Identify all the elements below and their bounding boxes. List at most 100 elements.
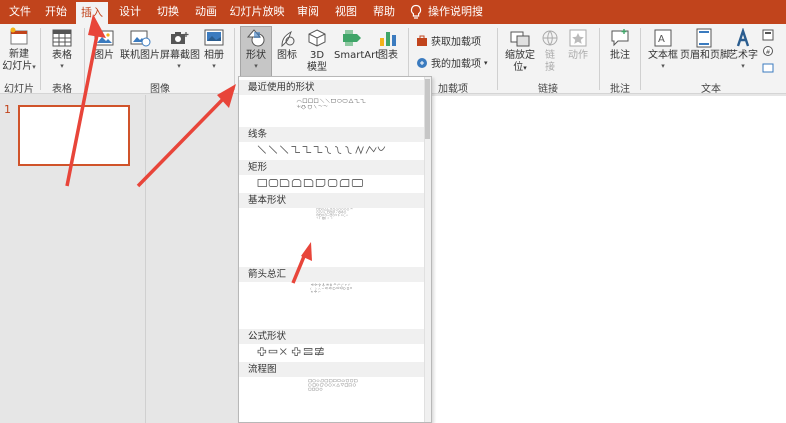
chart-label: 图表 [378, 50, 398, 61]
smartart-button[interactable]: SmartArt [334, 28, 379, 62]
zoom-icon [510, 31, 530, 47]
action-button[interactable]: 动作 [565, 28, 591, 62]
shapes-button[interactable]: 形状 ▾ [240, 28, 272, 70]
new-slide-button[interactable]: 新建 幻灯片▾ [2, 27, 36, 73]
tab-transitions[interactable]: 切换 [152, 0, 184, 24]
tab-help[interactable]: 帮助 [368, 0, 400, 24]
section-rectangles: 矩形 [239, 160, 425, 175]
group-divider [640, 28, 641, 90]
ribbon-tab-bar: 文件 开始 插入 设计 切换 动画 幻灯片放映 审阅 视图 帮助 操作说明搜索 [0, 0, 786, 42]
header-footer-label: 页眉和页脚 [680, 50, 730, 61]
chevron-down-icon: ▾ [741, 62, 745, 70]
header-footer-button[interactable]: 页眉和页脚 [680, 28, 730, 62]
group-label-text: 文本 [701, 84, 721, 95]
new-slide-label-1: 新建 [9, 49, 29, 60]
online-picture-button[interactable]: 联机图片 [120, 28, 160, 62]
slide-canvas[interactable] [432, 96, 786, 423]
action-label: 动作 [568, 50, 588, 61]
group-divider [497, 28, 498, 90]
screenshot-label: 屏幕截图 [160, 50, 200, 61]
group-divider [234, 28, 235, 90]
chevron-down-icon: ▾ [177, 62, 181, 70]
tab-file[interactable]: 文件 [6, 0, 34, 24]
link-button[interactable]: 链 接 [539, 28, 561, 74]
album-button[interactable]: 相册 ▾ [200, 28, 228, 70]
group-label-links: 链接 [538, 84, 558, 95]
group-label-slides: 幻灯片 [4, 84, 34, 95]
group-divider [84, 28, 85, 90]
picture-icon [94, 30, 114, 46]
link-label-1: 链 [545, 50, 555, 61]
shapes-icon [246, 29, 265, 47]
chart-button[interactable]: 图表 [374, 28, 402, 62]
tab-home[interactable]: 开始 [40, 0, 72, 24]
shapes-label: 形状 [246, 50, 266, 61]
zoom-button[interactable]: 缩放定 位▾ [503, 28, 537, 74]
lines-grid[interactable] [243, 144, 429, 156]
tell-me-search[interactable]: 操作说明搜索 [428, 0, 490, 42]
my-addins-button[interactable]: 我的加载项 ▾ [416, 55, 488, 70]
online-picture-icon [130, 30, 151, 47]
3d-model-button[interactable]: 3D 模型 [302, 28, 332, 74]
chevron-down-icon: ▾ [212, 62, 216, 70]
block-arrows-grid[interactable] [243, 283, 429, 295]
icons-icon [281, 30, 295, 48]
tab-design[interactable]: 设计 [114, 0, 146, 24]
album-icon [204, 29, 224, 46]
table-label: 表格 [52, 50, 72, 61]
rectangles-grid[interactable] [243, 177, 429, 189]
smartart-icon [343, 30, 361, 46]
scrollbar-thumb[interactable] [425, 79, 430, 139]
slide-number: 1 [4, 103, 11, 116]
icons-label: 图标 [277, 50, 297, 61]
my-addins-icon [417, 57, 427, 68]
equation-shapes-grid[interactable] [243, 346, 429, 358]
textbox-label: 文本框 [648, 50, 678, 61]
chevron-down-icon: ▾ [32, 63, 36, 71]
get-addins-button[interactable]: 获取加载项 [416, 33, 481, 48]
textbox-icon: A [654, 29, 672, 47]
table-button[interactable]: 表格 ▾ [46, 28, 78, 70]
wordart-button[interactable]: 艺术字 ▾ [728, 28, 758, 70]
screenshot-button[interactable]: 屏幕截图 ▾ [160, 28, 200, 70]
smartart-label: SmartArt [334, 50, 380, 61]
dropdown-scrollbar[interactable] [424, 77, 431, 422]
tab-insert[interactable]: 插入 [76, 2, 108, 24]
chevron-down-icon: ▾ [60, 62, 64, 70]
svg-text:#: # [766, 49, 771, 56]
slide-thumbnail[interactable] [18, 105, 130, 166]
my-addins-label: 我的加载项 [431, 59, 481, 70]
comment-icon [611, 29, 629, 47]
textbox-button[interactable]: A 文本框 ▾ [646, 28, 680, 70]
wordart-label: 艺术字 [728, 50, 758, 61]
new-slide-label-2: 幻灯片 [2, 61, 33, 72]
table-icon [52, 29, 72, 47]
group-label-images: 图像 [150, 84, 170, 95]
recent-shapes-grid[interactable] [243, 98, 429, 110]
group-divider [599, 28, 600, 90]
action-star-icon [569, 29, 587, 47]
tab-view[interactable]: 视图 [330, 0, 362, 24]
group-divider [40, 28, 41, 90]
shapes-gallery-dropdown: 最近使用的形状 线条 矩形 基本形状 箭头总汇 公式形状 流程图 [238, 76, 432, 423]
picture-button[interactable]: 图片 [90, 28, 118, 62]
online-picture-label: 联机图片 [120, 50, 160, 61]
header-footer-icon [696, 28, 712, 48]
group-label-tables: 表格 [52, 84, 72, 95]
tab-review[interactable]: 审阅 [292, 0, 324, 24]
cube-icon [308, 29, 326, 47]
flowchart-grid[interactable] [243, 379, 429, 391]
section-lines: 线条 [239, 127, 425, 142]
comment-button[interactable]: 批注 [606, 28, 634, 62]
album-label: 相册 [204, 50, 224, 61]
group-label-comments: 批注 [610, 84, 630, 95]
3d-model-label-2: 模型 [307, 62, 327, 73]
basic-shapes-grid[interactable] [243, 208, 429, 220]
text-extras-icons[interactable]: # [761, 28, 775, 76]
zoom-label-2: 位 [513, 62, 524, 73]
tab-slideshow[interactable]: 幻灯片放映 [228, 0, 286, 24]
link-label-2: 接 [545, 62, 555, 73]
tab-animations[interactable]: 动画 [190, 0, 222, 24]
zoom-label-1: 缩放定 [505, 50, 535, 61]
icons-button[interactable]: 图标 [274, 28, 300, 62]
